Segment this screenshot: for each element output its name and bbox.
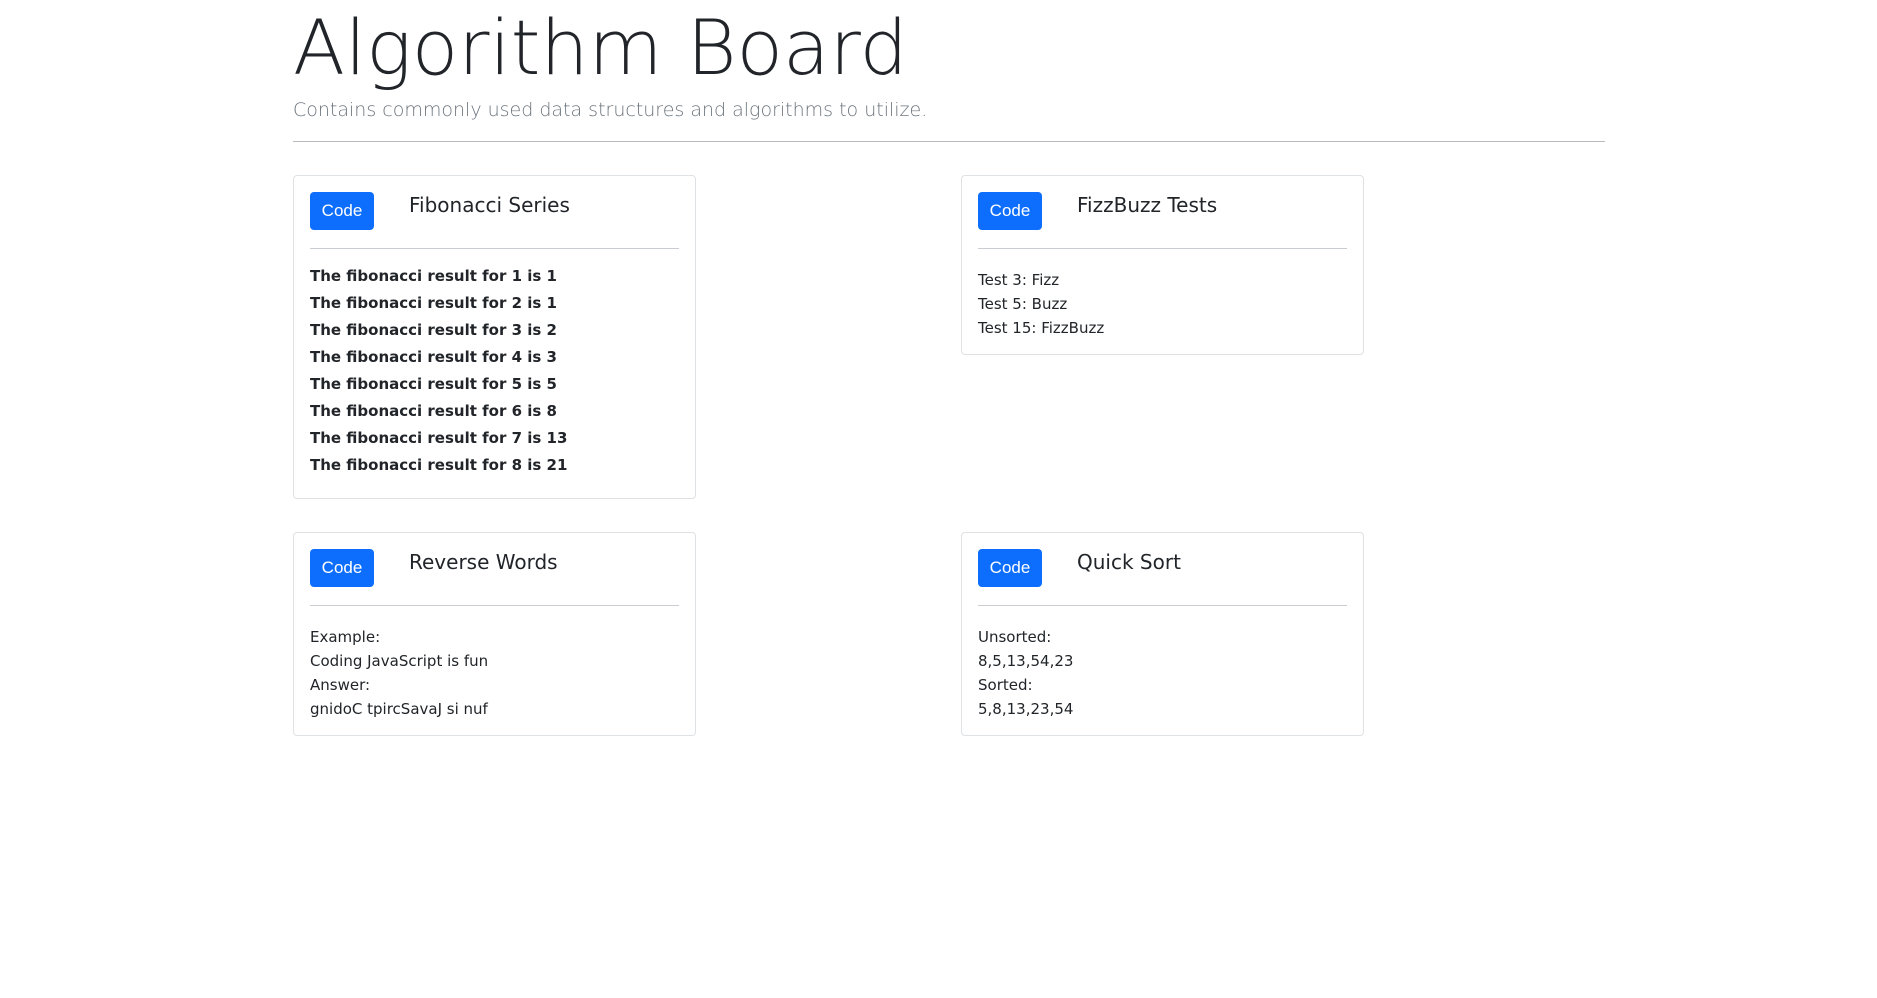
reverse-words-answer-label: Answer: — [310, 676, 371, 694]
reverse-words-example-value: Coding JavaScript is fun — [310, 652, 489, 670]
fibonacci-result-line: The fibonacci result for 5 is 5 — [310, 375, 557, 393]
reverse-words-card: Code Reverse Words Example: Coding JavaS… — [293, 532, 696, 736]
fizzbuzz-card-header: Code FizzBuzz Tests — [978, 176, 1347, 249]
fibonacci-card-title: Fibonacci Series — [409, 193, 570, 217]
quick-sort-card-body: Unsorted: 8,5,13,54,23 Sorted: 5,8,13,23… — [962, 606, 1363, 721]
fizzbuzz-test-line: Test 5: Buzz — [978, 295, 1068, 313]
fibonacci-result-line: The fibonacci result for 3 is 2 — [310, 321, 557, 339]
quick-sort-code-button[interactable]: Code — [978, 549, 1042, 587]
quick-sort-card: Code Quick Sort Unsorted: 8,5,13,54,23 S… — [961, 532, 1364, 736]
reverse-words-answer-value: gnidoC tpircSavaJ si nuf — [310, 700, 488, 718]
fizzbuzz-test-line: Test 15: FizzBuzz — [978, 319, 1105, 337]
reverse-words-code-button[interactable]: Code — [310, 549, 374, 587]
fibonacci-result-line: The fibonacci result for 2 is 1 — [310, 294, 557, 312]
fizzbuzz-test-line: Test 3: Fizz — [978, 271, 1060, 289]
fibonacci-result-line: The fibonacci result for 1 is 1 — [310, 267, 557, 285]
fibonacci-code-button[interactable]: Code — [310, 192, 374, 230]
fizzbuzz-card-body: Test 3: Fizz Test 5: Buzz Test 15: FizzB… — [962, 249, 1363, 340]
reverse-words-card-header: Code Reverse Words — [310, 533, 679, 606]
fibonacci-result-line: The fibonacci result for 7 is 13 — [310, 429, 568, 447]
quick-sort-sorted-value: 5,8,13,23,54 — [978, 700, 1074, 718]
page-title: Algorithm Board — [293, 3, 908, 92]
quick-sort-sorted-label: Sorted: — [978, 676, 1033, 694]
fibonacci-result-line: The fibonacci result for 8 is 21 — [310, 456, 568, 474]
reverse-words-example-label: Example: — [310, 628, 381, 646]
fibonacci-card-body: The fibonacci result for 1 is 1 The fibo… — [294, 249, 695, 479]
fizzbuzz-code-button[interactable]: Code — [978, 192, 1042, 230]
quick-sort-unsorted-label: Unsorted: — [978, 628, 1052, 646]
reverse-words-card-body: Example: Coding JavaScript is fun Answer… — [294, 606, 695, 721]
quick-sort-card-header: Code Quick Sort — [978, 533, 1347, 606]
header-divider — [293, 141, 1605, 142]
quick-sort-card-title: Quick Sort — [1077, 550, 1181, 574]
fizzbuzz-card-title: FizzBuzz Tests — [1077, 193, 1218, 217]
reverse-words-card-title: Reverse Words — [409, 550, 558, 574]
quick-sort-unsorted-value: 8,5,13,54,23 — [978, 652, 1074, 670]
fizzbuzz-card: Code FizzBuzz Tests Test 3: Fizz Test 5:… — [961, 175, 1364, 355]
fibonacci-result-line: The fibonacci result for 4 is 3 — [310, 348, 557, 366]
page-subtitle: Contains commonly used data structures a… — [293, 99, 928, 121]
fibonacci-result-line: The fibonacci result for 6 is 8 — [310, 402, 557, 420]
fibonacci-card-header: Code Fibonacci Series — [310, 176, 679, 249]
fibonacci-card: Code Fibonacci Series The fibonacci resu… — [293, 175, 696, 499]
